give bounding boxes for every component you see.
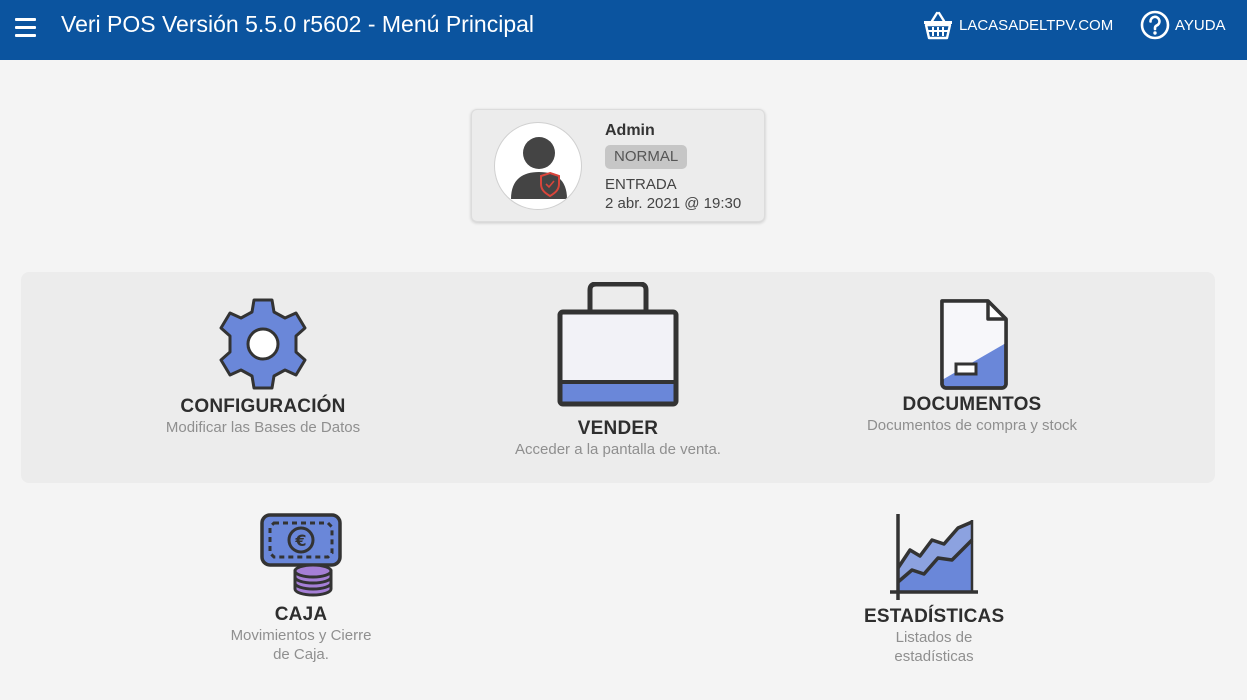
entry-label: ENTRADA <box>605 176 677 193</box>
documentos-desc: Documentos de compra y stock <box>866 417 1078 434</box>
user-card[interactable]: Admin NORMAL ENTRADA 2 abr. 2021 @ 19:30 <box>471 109 765 222</box>
document-icon <box>940 299 1008 390</box>
gear-icon <box>219 298 307 390</box>
vender-title: VENDER <box>577 418 659 439</box>
shop-link[interactable]: LACASADELTPV.COM <box>921 8 1113 42</box>
user-name: Admin <box>605 122 655 139</box>
help-link-label: AYUDA <box>1175 16 1226 34</box>
help-link[interactable]: AYUDA <box>1139 8 1226 42</box>
configuracion-title: CONFIGURACIÓN <box>180 396 346 417</box>
caja-desc-line2: de Caja. <box>273 646 329 663</box>
hamburger-menu-icon[interactable] <box>12 14 40 42</box>
app-title: Veri POS Versión 5.5.0 r5602 - Menú Prin… <box>61 11 535 37</box>
configuracion-desc: Modificar las Bases de Datos <box>165 419 361 436</box>
estadisticas-desc-line1: Listados de <box>895 629 973 646</box>
cash-register-icon: € <box>260 513 342 597</box>
estadisticas-desc-line2: estadísticas <box>894 648 974 665</box>
estadisticas-button[interactable]: ESTADÍSTICAS Listados de estadísticas <box>864 510 1004 666</box>
entry-time: 2 abr. 2021 @ 19:30 <box>605 195 742 212</box>
estadisticas-title: ESTADÍSTICAS <box>864 606 1005 627</box>
top-bar: Veri POS Versión 5.5.0 r5602 - Menú Prin… <box>0 0 1247 60</box>
documentos-button[interactable]: DOCUMENTOS Documentos de compra y stock <box>852 298 1092 435</box>
documentos-title: DOCUMENTOS <box>902 394 1042 415</box>
shop-link-label: LACASADELTPV.COM <box>959 16 1114 34</box>
svg-text:€: € <box>294 531 306 550</box>
caja-button[interactable]: € CAJA Movimientos y Cierre de Caja. <box>221 512 381 664</box>
configuracion-button[interactable]: CONFIGURACIÓN Modificar las Bases de Dat… <box>143 298 383 437</box>
shopping-basket-icon <box>924 11 952 40</box>
avatar <box>494 122 582 210</box>
shopping-bag-icon <box>557 282 679 407</box>
caja-desc-line1: Movimientos y Cierre <box>230 627 372 644</box>
help-circle-icon <box>1140 10 1170 40</box>
user-shield-icon <box>511 137 567 199</box>
vender-button[interactable]: VENDER Acceder a la pantalla de venta. <box>498 282 738 459</box>
vender-desc: Acceder a la pantalla de venta. <box>515 441 721 458</box>
user-role-badge: NORMAL <box>605 145 688 169</box>
area-chart-icon <box>890 514 978 600</box>
caja-title: CAJA <box>274 604 328 625</box>
